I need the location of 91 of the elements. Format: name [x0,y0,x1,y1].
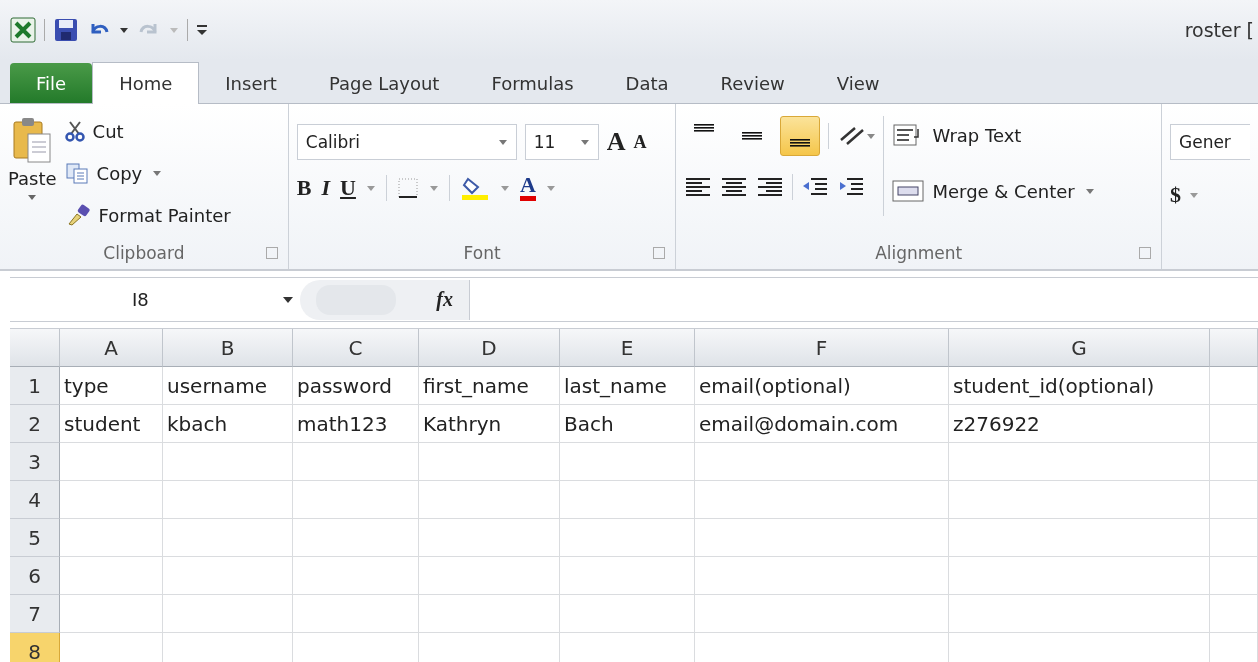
column-header[interactable]: E [560,329,695,367]
table-cell: last_name [560,367,695,405]
caret-icon [282,295,294,304]
dropdown-caret-icon [27,193,38,201]
grow-font-button[interactable]: A [606,127,626,157]
column-header[interactable]: F [695,329,949,367]
vertical-align-button[interactable] [780,116,821,156]
ribbon-tab[interactable]: Home [92,62,200,104]
table-cell: student [60,405,163,443]
bold-button[interactable]: B [296,174,312,201]
table-cell: math123 [293,405,419,443]
table-cell [1210,367,1258,405]
file-tab[interactable]: File [10,63,93,103]
group-label: Font [463,243,501,263]
ribbon-tab[interactable]: View [810,63,906,103]
italic-button[interactable]: I [321,174,331,201]
table-cell [1210,443,1258,481]
table-cell: type [60,367,163,405]
column-header[interactable]: B [163,329,293,367]
dropdown-caret-icon [169,26,179,34]
caret-icon [1084,187,1095,195]
decrease-indent-icon[interactable] [801,176,830,198]
table-cell: Kathryn [419,405,560,443]
shrink-font-button[interactable]: A [633,131,647,153]
row-header[interactable]: 6 [10,557,60,595]
save-icon[interactable] [53,17,79,43]
table-cell: email(optional) [695,367,949,405]
excel-logo-icon [10,17,36,43]
wrap-text-button[interactable]: Wrap Text [892,116,1095,154]
table-cell: z276922 [949,405,1210,443]
borders-icon[interactable] [396,176,419,199]
font-family-dropdown[interactable]: Calibri [296,124,517,160]
ribbon-tab[interactable]: Data [599,63,695,103]
ribbon-tab[interactable]: Page Layout [302,63,466,103]
table-cell: Bach [560,405,695,443]
table-cell: kbach [163,405,293,443]
font-size-dropdown[interactable]: 11 [524,124,599,160]
caret-icon [152,169,163,177]
increase-indent-icon[interactable] [837,176,866,198]
row-header[interactable]: 8 [10,633,60,662]
row-header[interactable]: 3 [10,443,60,481]
group-label: Alignment [875,243,963,263]
align-right-icon[interactable] [756,176,785,198]
scissors-icon [64,120,85,142]
align-left-icon[interactable] [684,176,713,198]
align-lines-icon [790,139,811,147]
row-header[interactable]: 5 [10,519,60,557]
row-header[interactable]: 4 [10,481,60,519]
merge-cells-icon [892,179,925,203]
table-cell: first_name [419,367,560,405]
currency-button[interactable]: $ [1170,182,1181,208]
number-format-dropdown[interactable]: Gener [1170,124,1250,160]
copy-icon [64,162,89,184]
window-title: roster [ [1184,19,1255,41]
insert-function-button[interactable]: fx [436,288,453,311]
align-lines-icon [742,132,763,140]
merge-center-button[interactable]: Merge & Center [892,172,1095,210]
table-cell [1210,405,1258,443]
copy-button[interactable]: Copy [64,154,231,192]
table-cell: email@domain.com [695,405,949,443]
font-color-button[interactable]: A [519,174,536,201]
align-lines-icon [694,124,715,132]
table-cell: student_id(optional) [949,367,1210,405]
row-header[interactable]: 1 [10,367,60,405]
caret-icon [579,138,590,146]
format-painter-button[interactable]: Format Painter [64,196,231,234]
column-header[interactable]: A [60,329,163,367]
ribbon-tab[interactable]: Insert [199,63,303,103]
table-cell [1210,481,1258,519]
align-center-icon[interactable] [720,176,749,198]
clipboard-icon [12,116,53,164]
table-cell [1210,557,1258,595]
group-label: Clipboard [103,243,185,263]
table-cell [1210,595,1258,633]
underline-button[interactable]: U [340,174,356,201]
column-header[interactable]: D [419,329,560,367]
cut-button[interactable]: Cut [64,112,231,150]
ribbon-tab[interactable]: Formulas [465,63,600,103]
table-cell [1210,519,1258,557]
name-box[interactable]: I8 [10,289,300,310]
table-cell: password [293,367,419,405]
customize-menu-icon[interactable] [196,23,208,37]
row-header[interactable]: 2 [10,405,60,443]
dropdown-caret-icon[interactable] [119,26,129,34]
ribbon-tab[interactable]: Review [694,63,811,103]
paste-button[interactable]: Paste [8,112,57,237]
row-header[interactable]: 7 [10,595,60,633]
caret-icon [497,138,508,146]
column-header[interactable]: G [949,329,1210,367]
table-cell: username [163,367,293,405]
column-header[interactable]: C [293,329,419,367]
